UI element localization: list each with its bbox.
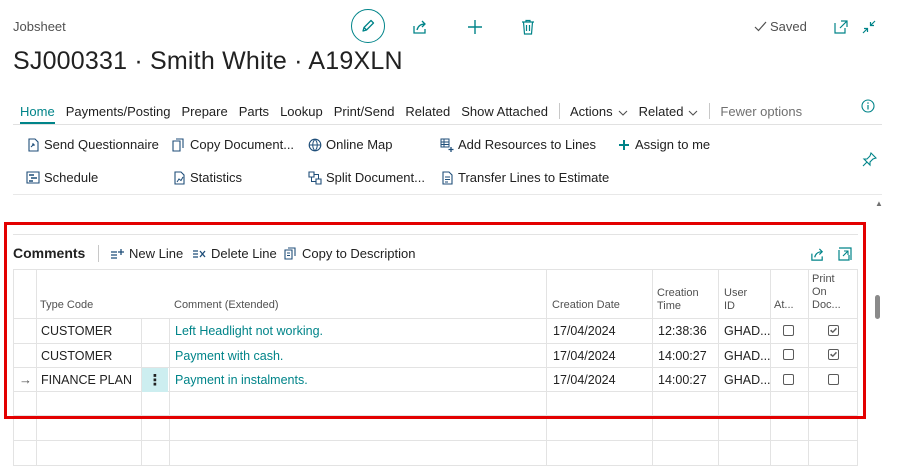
actions-menu[interactable]: Actions [570,104,628,119]
copy-document-button[interactable]: Copy Document... [172,137,294,152]
tab-prepare[interactable]: Prepare [181,104,227,119]
share-icon [412,19,428,35]
schedule-button[interactable]: Schedule [26,170,98,185]
scroll-up-arrow-icon[interactable]: ▲ [875,199,883,208]
trash-icon [521,19,535,35]
split-document-label: Split Document... [326,170,425,185]
tab-divider [709,103,711,119]
actions-divider [13,194,882,195]
globe-icon [308,138,322,152]
transfer-lines-label: Transfer Lines to Estimate [458,170,610,185]
actions-menu-label: Actions [569,103,613,119]
tab-lookup[interactable]: Lookup [280,104,323,119]
statistics-icon [172,170,186,185]
copy-document-label: Copy Document... [190,137,295,152]
page-scrollbar-thumb[interactable] [875,295,880,319]
split-document-button[interactable]: Split Document... [308,170,425,185]
tab-show-attached[interactable]: Show Attached [461,104,548,119]
online-map-label: Online Map [326,137,393,152]
checkmark-icon [754,21,767,32]
action-tabs: Home Payments/Posting Prepare Parts Look… [20,100,813,124]
open-new-window-icon [834,20,848,34]
highlight-box [4,222,866,419]
chevron-down-icon [688,110,698,116]
transfer-icon [440,170,454,185]
assign-to-me-button[interactable]: Assign to me [617,137,710,152]
pencil-icon [360,18,376,34]
share-button[interactable] [404,12,436,42]
add-resources-button[interactable]: Add Resources to Lines [440,137,596,152]
transfer-lines-button[interactable]: Transfer Lines to Estimate [440,170,609,185]
schedule-label: Schedule [44,170,99,185]
collapse-button[interactable] [861,19,877,35]
copy-icon [172,137,186,152]
plus-icon [467,19,483,35]
tabs-divider [13,124,882,125]
online-map-button[interactable]: Online Map [308,137,392,152]
related-menu-label: Related [638,103,684,119]
info-icon [861,99,875,113]
plus-icon [617,138,631,152]
tab-parts[interactable]: Parts [239,104,269,119]
chevron-down-icon [618,110,628,116]
edit-button[interactable] [351,9,385,43]
grid-line [13,440,858,441]
schedule-icon [26,171,40,185]
new-record-button[interactable] [459,12,491,42]
tab-print-send[interactable]: Print/Send [334,104,395,119]
grid-line [13,465,858,466]
related-menu[interactable]: Related [639,104,699,119]
split-icon [308,170,322,185]
resources-icon [440,138,454,152]
assign-to-me-label: Assign to me [635,137,711,152]
pin-actions-button[interactable] [862,152,877,167]
statistics-button[interactable]: Statistics [172,170,242,185]
info-button[interactable] [861,99,875,113]
pin-icon [862,152,877,167]
send-questionnaire-button[interactable]: Send Questionnaire [26,137,159,152]
add-resources-label: Add Resources to Lines [458,137,597,152]
tab-divider [558,103,560,119]
tab-related[interactable]: Related [405,104,450,119]
send-document-icon [26,137,40,152]
delete-record-button[interactable] [512,12,544,42]
send-questionnaire-label: Send Questionnaire [44,137,159,152]
open-new-window-button[interactable] [833,19,849,35]
collapse-icon [862,20,876,34]
tab-home[interactable]: Home [20,104,55,124]
statistics-label: Statistics [190,170,243,185]
page-caption: Jobsheet [13,19,66,34]
saved-label: Saved [770,19,807,34]
saved-status: Saved [754,19,807,34]
tab-payments-posting[interactable]: Payments/Posting [66,104,171,119]
page-title: SJ000331 · Smith White · A19XLN [13,47,403,75]
fewer-options-button[interactable]: Fewer options [720,104,802,119]
